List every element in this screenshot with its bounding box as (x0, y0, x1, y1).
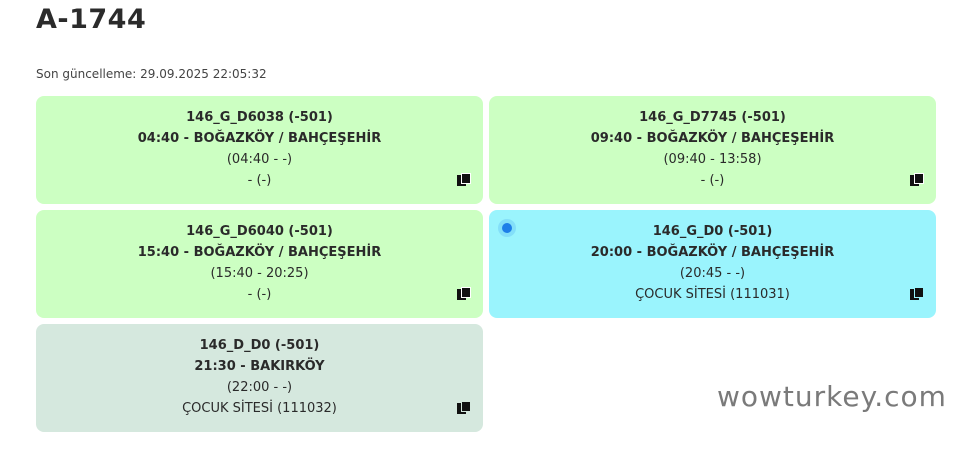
last-updated-text: Son güncelleme: 29.09.2025 22:05:32 (36, 67, 267, 81)
copy-icon[interactable] (910, 287, 924, 301)
trip-route: 15:40 - BOĞAZKÖY / BAHÇEŞEHİR (137, 245, 382, 260)
trip-times: (20:45 - -) (679, 266, 746, 281)
copy-icon[interactable] (910, 173, 924, 187)
trip-card[interactable]: 146_D_D0 (-501) 21:30 - BAKIRKÖY (22:00 … (36, 324, 483, 432)
trip-card[interactable]: 146_G_D6038 (-501) 04:40 - BOĞAZKÖY / BA… (36, 96, 483, 204)
trip-code: 146_G_D6040 (-501) (186, 224, 333, 239)
copy-icon[interactable] (457, 287, 471, 301)
trip-route: 20:00 - BOĞAZKÖY / BAHÇEŞEHİR (590, 245, 835, 260)
trip-card[interactable]: 146_G_D7745 (-501) 09:40 - BOĞAZKÖY / BA… (489, 96, 936, 204)
trip-stop: - (-) (700, 173, 725, 188)
trip-code: 146_G_D6038 (-501) (186, 110, 333, 125)
trip-times: (22:00 - -) (226, 380, 293, 395)
trip-card-active[interactable]: 146_G_D0 (-501) 20:00 - BOĞAZKÖY / BAHÇE… (489, 210, 936, 318)
trip-stop: ÇOCUK SİTESİ (111032) (182, 401, 337, 416)
trip-route: 04:40 - BOĞAZKÖY / BAHÇEŞEHİR (137, 131, 382, 146)
copy-icon[interactable] (457, 173, 471, 187)
trip-code: 146_D_D0 (-501) (199, 338, 320, 353)
trip-route: 21:30 - BAKIRKÖY (194, 359, 325, 374)
trip-stop: ÇOCUK SİTESİ (111031) (635, 287, 790, 302)
trip-times: (15:40 - 20:25) (210, 266, 309, 281)
trip-times: (09:40 - 13:58) (663, 152, 762, 167)
copy-icon[interactable] (457, 401, 471, 415)
live-dot-icon (502, 223, 512, 233)
trip-route: 09:40 - BOĞAZKÖY / BAHÇEŞEHİR (590, 131, 835, 146)
trip-card[interactable]: 146_G_D6040 (-501) 15:40 - BOĞAZKÖY / BA… (36, 210, 483, 318)
watermark: wowturkey.com (717, 380, 947, 413)
trip-code: 146_G_D0 (-501) (652, 224, 773, 239)
trip-stop: - (-) (247, 287, 272, 302)
trip-times: (04:40 - -) (226, 152, 293, 167)
page-title: A-1744 (36, 4, 147, 35)
trip-stop: - (-) (247, 173, 272, 188)
trip-code: 146_G_D7745 (-501) (639, 110, 786, 125)
